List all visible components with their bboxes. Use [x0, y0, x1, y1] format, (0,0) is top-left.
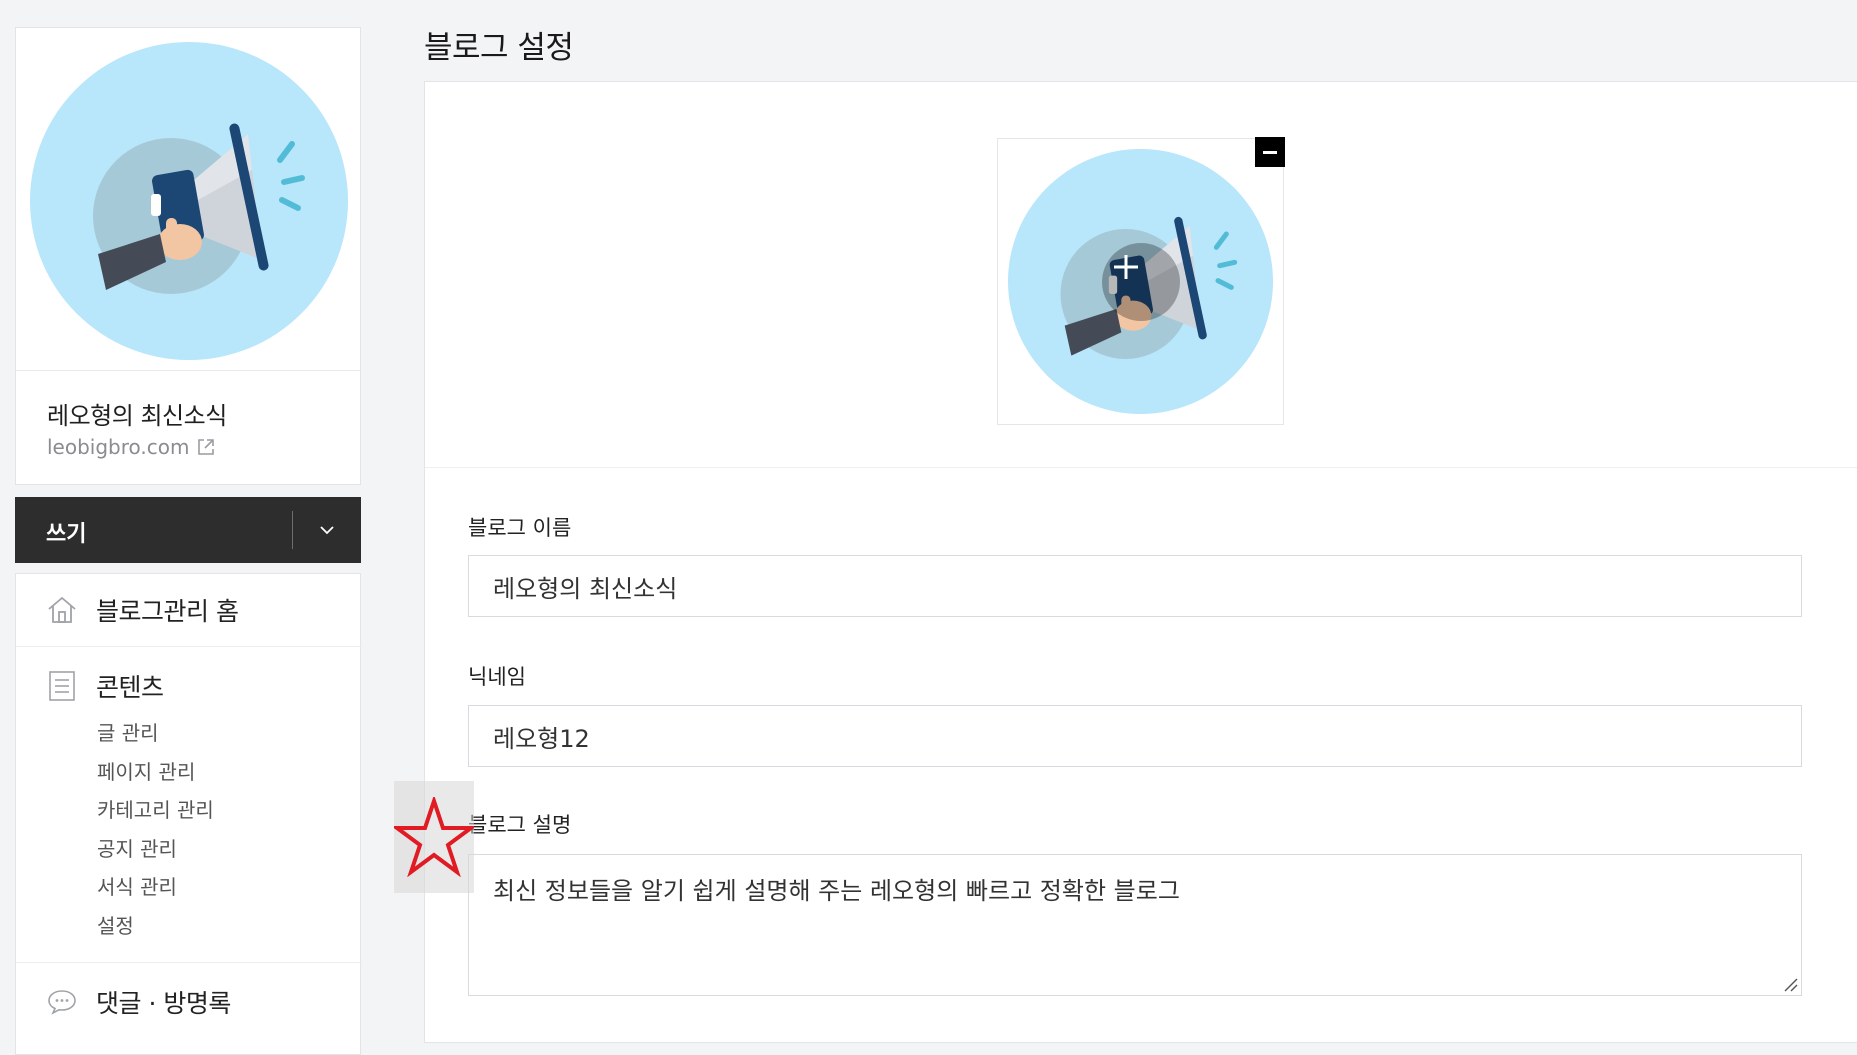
menu-item-blog-home-label: 블로그관리 홈: [96, 597, 239, 626]
star-icon: [394, 797, 474, 877]
plus-icon: [1114, 255, 1138, 279]
blog-description-label: 블로그 설명: [468, 813, 572, 837]
add-image-button[interactable]: [1102, 243, 1180, 321]
nickname-input[interactable]: [468, 705, 1802, 767]
submenu-item-pages[interactable]: 페이지 관리: [97, 753, 362, 792]
menu-item-content[interactable]: 콘텐츠: [16, 666, 362, 706]
menu-item-comments[interactable]: 댓글 · 방명록: [16, 982, 362, 1022]
blog-name-label: 블로그 이름: [468, 516, 572, 540]
menu-item-comments-label: 댓글 · 방명록: [96, 989, 231, 1018]
submenu-item-posts[interactable]: 글 관리: [97, 714, 362, 753]
chevron-down-icon: [320, 526, 334, 535]
menu-item-blog-home[interactable]: 블로그관리 홈: [16, 574, 362, 647]
star-annotation: [394, 781, 474, 893]
nickname-label: 닉네임: [468, 665, 526, 689]
admin-menu: 블로그관리 홈 콘텐츠 글 관리 페이지 관리 카테고리 관리 공지 관리 서식…: [15, 573, 362, 1055]
sidebar: 레오형의 최신소식 leobigbro.com 쓰기 블로그관리 홈 콘텐츠 글…: [15, 27, 362, 1055]
speech-bubble-icon: [47, 987, 77, 1017]
menu-divider: [16, 962, 362, 963]
profile-card: 레오형의 최신소식 leobigbro.com: [15, 27, 361, 485]
menu-item-content-label: 콘텐츠: [96, 673, 164, 702]
content-submenu: 글 관리 페이지 관리 카테고리 관리 공지 관리 서식 관리 설정: [97, 714, 362, 945]
settings-panel: 블로그 이름 닉네임 블로그 설명 최신 정보들을 알기 쉽게 설명해 주는 레…: [424, 81, 1857, 1043]
document-icon: [47, 671, 77, 701]
remove-image-button[interactable]: [1255, 137, 1285, 167]
submenu-item-settings[interactable]: 설정: [97, 907, 362, 946]
write-button-label: 쓰기: [46, 522, 87, 547]
submenu-item-notices[interactable]: 공지 관리: [97, 830, 362, 869]
blog-url-text: leobigbro.com: [47, 435, 190, 459]
minus-icon: [1263, 150, 1277, 154]
blog-name: 레오형의 최신소식: [47, 402, 227, 430]
external-link-icon: [198, 439, 215, 455]
megaphone-profile-image: [30, 42, 348, 360]
menu-section-content: 콘텐츠 글 관리 페이지 관리 카테고리 관리 공지 관리 서식 관리 설정: [16, 666, 362, 945]
submenu-item-templates[interactable]: 서식 관리: [97, 868, 362, 907]
menu-section-comments: 댓글 · 방명록: [16, 982, 362, 1022]
resize-handle-icon[interactable]: [1782, 976, 1798, 992]
write-dropdown-button[interactable]: [293, 497, 361, 563]
home-icon: [47, 595, 77, 625]
blog-image-section: [425, 82, 1857, 468]
page-title: 블로그 설정: [424, 30, 574, 66]
write-button[interactable]: 쓰기: [15, 497, 361, 563]
blog-name-input[interactable]: [468, 555, 1802, 617]
blog-description-input[interactable]: 최신 정보들을 알기 쉽게 설명해 주는 레오형의 빠르고 정확한 블로그: [468, 854, 1802, 996]
profile-image[interactable]: [16, 28, 360, 371]
blog-url-link[interactable]: leobigbro.com: [47, 435, 215, 459]
submenu-item-categories[interactable]: 카테고리 관리: [97, 791, 362, 830]
blog-image-upload[interactable]: [997, 137, 1285, 425]
